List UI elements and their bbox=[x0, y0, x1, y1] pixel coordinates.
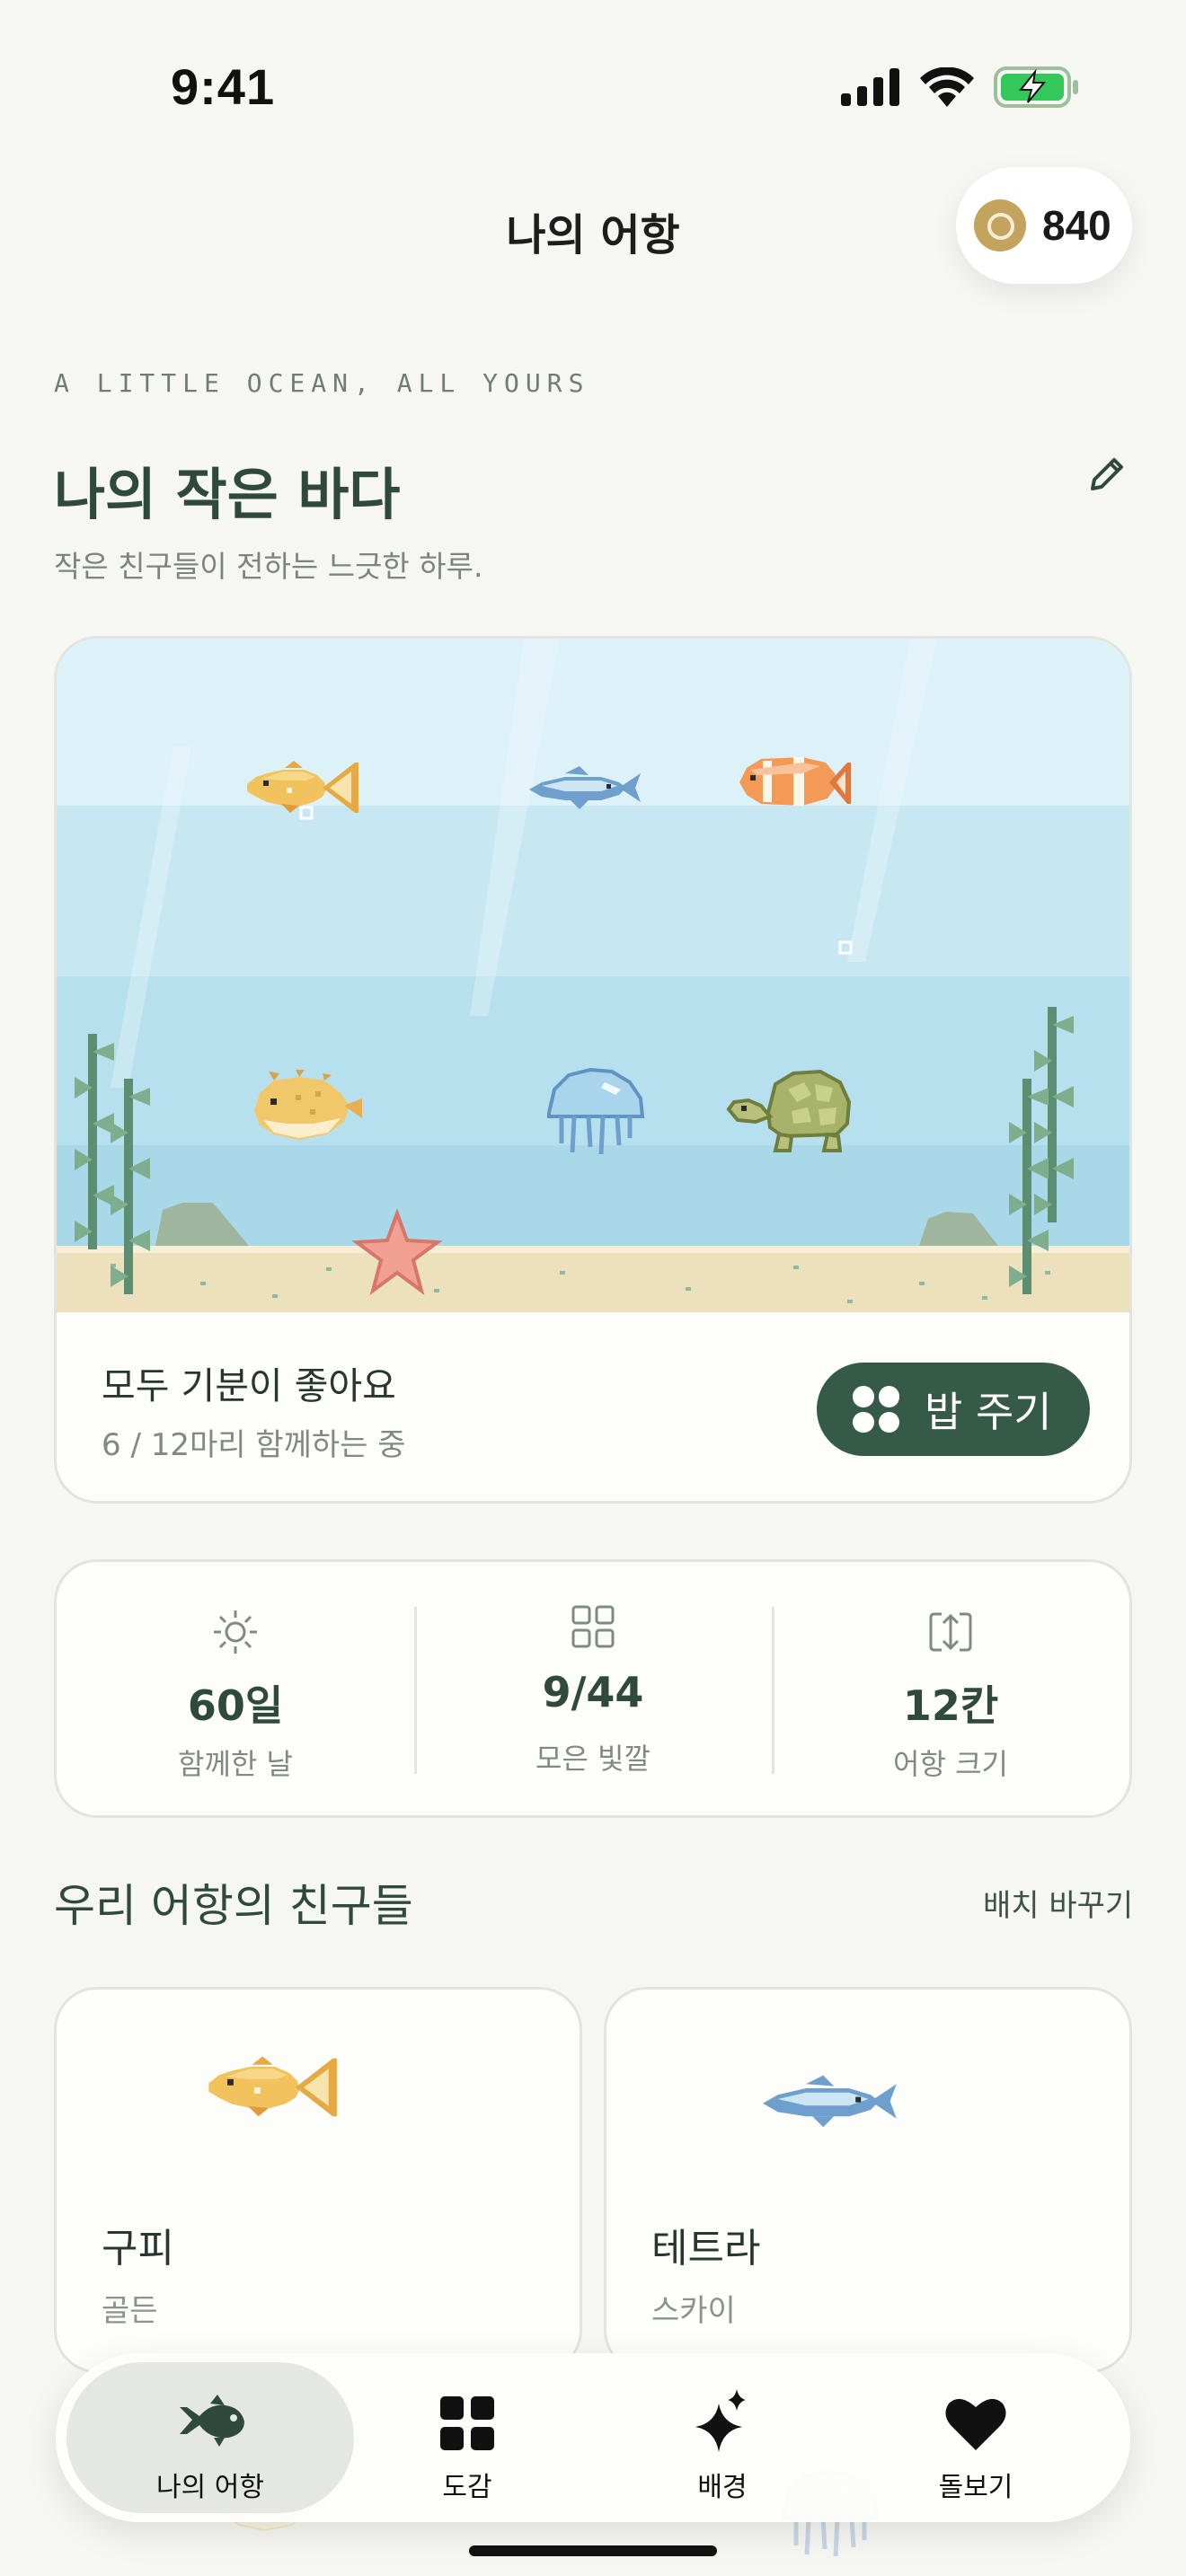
feed-button-label: 밥 주기 bbox=[925, 1388, 1052, 1436]
tab-label: 배경 bbox=[697, 2472, 748, 2503]
tab-label: 도감 bbox=[442, 2472, 492, 2503]
friends-section-title: 우리 어항의 친구들 bbox=[54, 1880, 413, 1932]
stat-label: 어항 크기 bbox=[893, 1747, 1008, 1781]
friend-variety: 스카이 bbox=[651, 2293, 736, 2329]
coin-icon bbox=[974, 199, 1026, 251]
home-indicator bbox=[469, 2545, 717, 2556]
eyebrow-text: A LITTLE OCEAN, ALL YOURS bbox=[54, 368, 590, 398]
sparkle-icon bbox=[695, 2389, 746, 2452]
stat-colors: 9/44 모은 빛깔 bbox=[414, 1562, 772, 1815]
friend-variety: 골든 bbox=[102, 2293, 158, 2329]
page-subtitle: 작은 친구들이 전하는 느긋한 하루. bbox=[54, 549, 483, 584]
sun-icon bbox=[214, 1610, 257, 1654]
food-pellets-icon bbox=[853, 1386, 899, 1433]
resize-icon bbox=[929, 1612, 972, 1652]
stat-label: 모은 빛깔 bbox=[535, 1742, 651, 1776]
aquarium-mood: 모두 기분이 좋아요 bbox=[102, 1364, 396, 1407]
aquarium-card: 모두 기분이 좋아요 6 / 12마리 함께하는 중 밥 주기 bbox=[54, 636, 1132, 1504]
stat-value: 12칸 bbox=[902, 1681, 999, 1730]
battery-charging-icon bbox=[994, 66, 1078, 108]
stat-label: 함께한 날 bbox=[178, 1747, 293, 1781]
tab-label: 돌보기 bbox=[938, 2472, 1013, 2503]
wifi-icon bbox=[920, 67, 974, 107]
tab-care[interactable]: 돌보기 bbox=[832, 2362, 1120, 2513]
aquarium-scene[interactable] bbox=[57, 639, 1132, 1312]
pencil-icon[interactable] bbox=[1085, 453, 1128, 496]
friend-card[interactable]: 구피 골든 bbox=[54, 1987, 582, 2373]
page-title: 나의 작은 바다 bbox=[54, 462, 401, 527]
friend-card[interactable]: 테트라 스카이 bbox=[604, 1987, 1132, 2373]
feed-button[interactable]: 밥 주기 bbox=[817, 1363, 1090, 1456]
stat-days: 60일 함께한 날 bbox=[57, 1562, 414, 1815]
coin-count: 840 bbox=[1042, 202, 1111, 249]
status-icons bbox=[841, 66, 1080, 108]
grid-icon bbox=[571, 1605, 615, 1648]
tab-label: 나의 어항 bbox=[156, 2472, 264, 2503]
tab-bar: 나의 어항 도감 배경 돌보기 bbox=[56, 2353, 1130, 2522]
aquarium-count: 6 / 12마리 함께하는 중 bbox=[102, 1427, 406, 1463]
friend-name: 구피 bbox=[102, 2226, 174, 2272]
signal-icon bbox=[841, 68, 899, 106]
stat-size: 12칸 어항 크기 bbox=[772, 1562, 1129, 1815]
bluefish-sprite bbox=[763, 2075, 897, 2128]
heart-icon bbox=[945, 2398, 1006, 2450]
goldfish-sprite bbox=[208, 2056, 337, 2117]
tab-my-aquarium[interactable]: 나의 어항 bbox=[66, 2362, 354, 2513]
stats-card: 60일 함께한 날 9/44 모은 빛깔 12칸 어항 크기 bbox=[54, 1559, 1132, 1818]
stat-value: 60일 bbox=[187, 1681, 284, 1730]
rearrange-button[interactable]: 배치 바꾸기 bbox=[983, 1881, 1133, 1925]
friend-name: 테트라 bbox=[651, 2226, 761, 2272]
tab-collection[interactable]: 도감 bbox=[323, 2362, 611, 2513]
status-time: 9:41 bbox=[171, 58, 276, 115]
grid-icon bbox=[440, 2396, 494, 2450]
fish-icon bbox=[180, 2395, 244, 2447]
tab-background[interactable]: 배경 bbox=[579, 2362, 866, 2513]
coin-balance[interactable]: 840 bbox=[956, 167, 1132, 284]
stat-value: 9/44 bbox=[542, 1668, 644, 1716]
status-bar: 9:41 bbox=[0, 0, 1186, 171]
